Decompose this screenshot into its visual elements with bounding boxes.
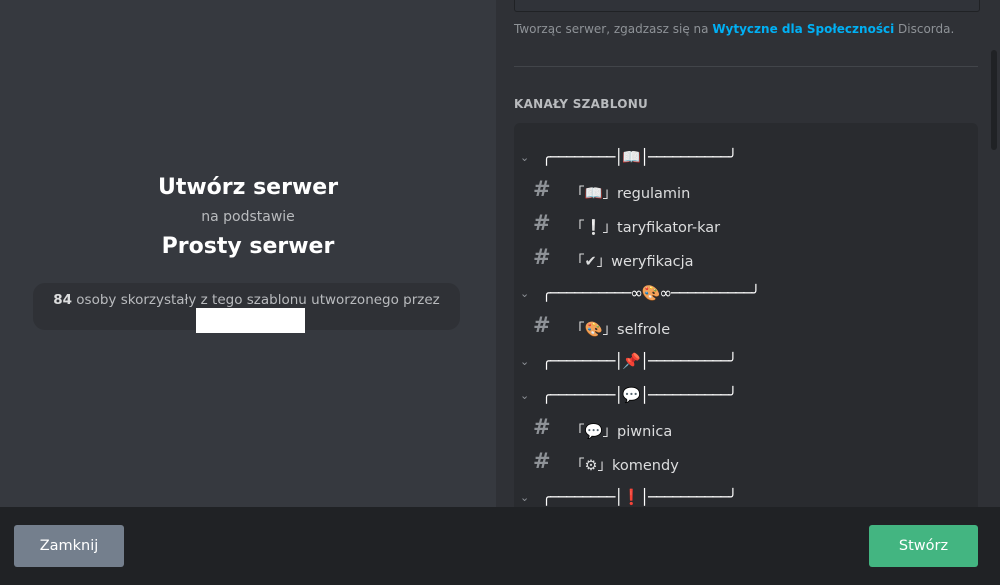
category-name: ╭────────│💬│──────────╯: [542, 386, 737, 404]
agreement-suffix: Discorda.: [898, 22, 955, 36]
usage-count: 84: [53, 292, 72, 308]
channel-name: 「❕」taryfikator-kar: [570, 220, 721, 236]
category-row[interactable]: ⌄ ╭────────│💬│──────────╯: [514, 382, 978, 414]
hashtag-icon: #: [533, 313, 551, 337]
usage-description: osoby skorzystały z tego szablonu utworz…: [76, 292, 440, 308]
community-guidelines-link[interactable]: Wytyczne dla Społeczności: [712, 22, 894, 36]
channel-row[interactable]: # 「🎨」selfrole: [514, 311, 978, 343]
modal-footer: [0, 507, 1000, 585]
channel-name: 「📖」regulamin: [570, 186, 691, 202]
based-on-label: na podstawie: [201, 209, 295, 225]
hashtag-icon: #: [533, 211, 551, 235]
creator-name-redacted: [196, 308, 305, 333]
channel-row[interactable]: # 「📖」regulamin: [514, 175, 978, 207]
channel-name: 「✔」weryfikacja: [570, 254, 694, 270]
category-name: ╭────────│❗│──────────╯: [542, 488, 737, 506]
hashtag-icon: #: [533, 177, 551, 201]
template-summary-pane: Utwórz serwer na podstawie Prosty serwer…: [0, 0, 496, 507]
section-divider: [514, 66, 978, 67]
hashtag-icon: #: [533, 245, 551, 269]
channel-row[interactable]: # 「⚙」komendy: [514, 447, 978, 479]
chevron-down-icon: ⌄: [520, 287, 530, 300]
channel-name: 「🎨」selfrole: [570, 322, 671, 338]
template-usage-text: 84 osoby skorzystały z tego szablonu utw…: [33, 292, 460, 308]
guidelines-agreement: Tworząc serwer, zgadzasz się na Wytyczne…: [514, 22, 954, 36]
category-row[interactable]: ⌄ ╭────────│📌│──────────╯: [514, 348, 978, 380]
scrollbar[interactable]: [991, 50, 997, 150]
template-usage-box: 84 osoby skorzystały z tego szablonu utw…: [33, 283, 460, 333]
hashtag-icon: #: [533, 415, 551, 439]
channel-list: ⌄ ╭────────│📖│──────────╯ # 「📖」regulamin…: [514, 123, 978, 523]
category-name: ╭────────│📖│──────────╯: [542, 148, 737, 166]
create-button[interactable]: Stwórz: [869, 525, 978, 567]
server-name-input[interactable]: [514, 0, 980, 12]
category-row[interactable]: ⌄ ╭──────────∞🎨∞──────────╯: [514, 280, 978, 312]
hashtag-icon: #: [533, 449, 551, 473]
category-name: ╭────────│📌│──────────╯: [542, 352, 737, 370]
chevron-down-icon: ⌄: [520, 491, 530, 504]
agreement-prefix: Tworząc serwer, zgadzasz się na: [514, 22, 709, 36]
chevron-down-icon: ⌄: [520, 151, 530, 164]
category-name: ╭──────────∞🎨∞──────────╯: [542, 284, 760, 302]
channel-row[interactable]: # 「❕」taryfikator-kar: [514, 209, 978, 241]
category-row[interactable]: ⌄ ╭────────│📖│──────────╯: [514, 144, 978, 176]
channel-row[interactable]: # 「💬」piwnica: [514, 413, 978, 445]
modal-title: Utwórz serwer: [157, 175, 339, 200]
channel-name: 「⚙」komendy: [570, 458, 679, 474]
template-channels-heading: KANAŁY SZABLONU: [514, 97, 649, 111]
chevron-down-icon: ⌄: [520, 389, 530, 402]
template-name: Prosty serwer: [161, 234, 335, 259]
channel-name: 「💬」piwnica: [570, 424, 673, 440]
chevron-down-icon: ⌄: [520, 355, 530, 368]
channel-row[interactable]: # 「✔」weryfikacja: [514, 243, 978, 275]
close-button[interactable]: Zamknij: [14, 525, 124, 567]
